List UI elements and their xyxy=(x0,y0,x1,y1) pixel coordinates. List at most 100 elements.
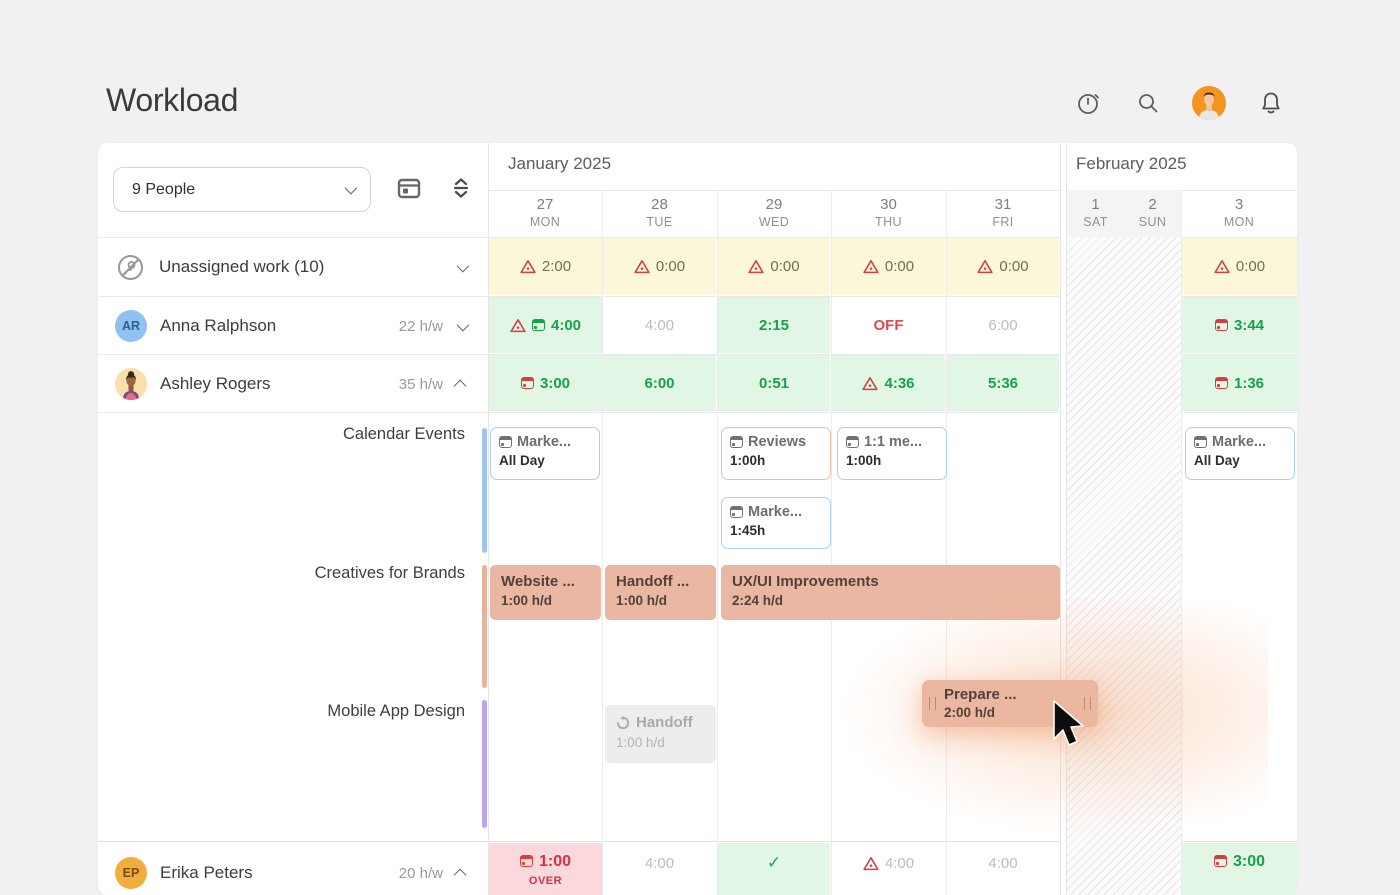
event-card-reviews-wed29[interactable]: Reviews 1:00h xyxy=(721,427,831,480)
chevron-down-icon[interactable] xyxy=(456,318,470,331)
mouse-cursor xyxy=(1053,700,1084,746)
cell-value: 4:00 xyxy=(550,316,582,334)
day-name: MON xyxy=(529,215,561,230)
day-number: 28 xyxy=(651,196,668,214)
event-title: Marke... xyxy=(1212,434,1266,450)
calendar-view-icon-svg xyxy=(397,178,421,199)
workload-board: January 2025 February 2025 27 MON 28 TUE… xyxy=(98,143,1297,895)
task-rate: 1:00 h/d xyxy=(501,593,553,608)
event-title: Marke... xyxy=(748,504,802,520)
cell-anna-tue28[interactable]: 4:00 xyxy=(603,297,716,353)
day-header-mon27: 27 MON xyxy=(488,190,602,237)
task-bar-website[interactable]: Website ... 1:00 h/d xyxy=(490,565,601,620)
day-header-sun2: 2 SUN xyxy=(1124,190,1181,237)
cell-anna-mon27[interactable]: 4:00 xyxy=(489,297,602,353)
cell-erika-wed29[interactable]: ✓ xyxy=(718,843,830,895)
cell-value: 0:51 xyxy=(758,374,790,392)
cell-value: 1:36 xyxy=(1233,374,1265,392)
chevron-up-icon[interactable] xyxy=(453,379,467,392)
calendar-icon xyxy=(730,436,743,448)
task-title: UX/UI Improvements xyxy=(732,573,879,590)
weekend-hatch xyxy=(1067,237,1181,895)
cell-erika-mon27[interactable]: 1:00 OVER xyxy=(489,843,602,895)
cell-erika-thu30[interactable]: 4:00 xyxy=(832,843,945,895)
sort-rows-icon[interactable] xyxy=(450,175,472,206)
cell-ashley-mon27[interactable]: 3:00 xyxy=(489,355,602,411)
task-ghost-handoff: Handoff 1:00 h/d xyxy=(605,705,716,763)
search-icon[interactable] xyxy=(1134,89,1162,117)
day-name: THU xyxy=(875,215,902,230)
cell-value: 2:00 xyxy=(541,258,572,275)
cell-anna-mon3[interactable]: 3:44 xyxy=(1182,297,1297,353)
row-person-anna[interactable]: AR Anna Ralphson 22 h/w xyxy=(98,297,488,355)
people-selector[interactable]: 9 People xyxy=(113,167,371,212)
day-number: 3 xyxy=(1234,196,1244,214)
user-avatar[interactable] xyxy=(1192,86,1227,120)
event-card-marketing-mon3[interactable]: Marke... All Day xyxy=(1185,427,1295,480)
event-card-marketing-mon27[interactable]: Marke... All Day xyxy=(490,427,600,480)
person-name: Erika Peters xyxy=(160,863,253,882)
cell-anna-wed29[interactable]: 2:15 xyxy=(718,297,830,353)
warning-icon xyxy=(1214,260,1230,274)
section-color-bar-salmon xyxy=(482,565,487,688)
cell-ashley-tue28[interactable]: 6:00 xyxy=(603,355,716,411)
event-card-11meeting-thu30[interactable]: 1:1 me... 1:00h xyxy=(837,427,947,480)
chevron-up-icon[interactable] xyxy=(453,868,467,881)
drag-handle-left[interactable] xyxy=(929,697,936,710)
row-person-ashley[interactable]: Ashley Rogers 35 h/w xyxy=(98,355,488,413)
cell-value: 0:00 xyxy=(655,258,686,275)
cell-unassigned-thu30[interactable]: 0:00 xyxy=(832,238,945,295)
cell-unassigned-tue28[interactable]: 0:00 xyxy=(603,238,716,295)
chevron-down-icon[interactable] xyxy=(456,259,470,272)
cell-unassigned-wed29[interactable]: 0:00 xyxy=(718,238,830,295)
section-label-creatives: Creatives for Brands xyxy=(314,564,465,582)
event-time: All Day xyxy=(499,453,545,468)
unassigned-label: Unassigned work (10) xyxy=(159,257,325,276)
calendar-icon xyxy=(730,506,743,518)
day-name: TUE xyxy=(646,215,673,230)
day-number: 27 xyxy=(536,196,554,214)
cell-ashley-thu30[interactable]: 4:36 xyxy=(832,355,945,411)
person-name: Ashley Rogers xyxy=(160,374,271,393)
section-color-bar-blue xyxy=(482,428,487,553)
warning-icon xyxy=(862,376,879,390)
cell-value: 3:00 xyxy=(1232,853,1266,870)
bell-icon-svg xyxy=(1262,92,1280,114)
person-hours: 35 h/w xyxy=(398,375,443,393)
row-unassigned-work[interactable]: Unassigned work (10) xyxy=(98,238,488,296)
cell-value: OFF xyxy=(873,316,904,334)
cell-ashley-fri31[interactable]: 5:36 xyxy=(947,355,1059,411)
notifications-bell-icon[interactable] xyxy=(1257,89,1285,117)
section-color-bar-purple xyxy=(482,700,487,828)
cell-erika-tue28[interactable]: 4:00 xyxy=(603,843,716,895)
cell-unassigned-mon27[interactable]: 2:00 xyxy=(489,238,602,295)
day-number: 31 xyxy=(994,196,1012,214)
timer-icon[interactable] xyxy=(1075,89,1103,117)
checkmark: ✓ xyxy=(766,853,782,872)
task-bar-uxui-improvements[interactable]: UX/UI Improvements 2:24 h/d xyxy=(721,565,1060,620)
calendar-icon xyxy=(499,436,512,448)
cell-ashley-mon3[interactable]: 1:36 xyxy=(1182,355,1297,411)
cell-unassigned-fri31[interactable]: 0:00 xyxy=(947,238,1059,295)
calendar-view-icon[interactable] xyxy=(395,174,423,207)
cell-value: 3:44 xyxy=(1233,316,1265,334)
cell-anna-thu30[interactable]: OFF xyxy=(832,297,945,353)
event-time: All Day xyxy=(1194,453,1240,468)
day-header-wed29: 29 WED xyxy=(717,190,831,237)
row-person-erika[interactable]: EP Erika Peters 20 h/w xyxy=(98,844,488,895)
cell-ashley-wed29[interactable]: 0:51 xyxy=(718,355,830,411)
cell-anna-fri31[interactable]: 6:00 xyxy=(947,297,1059,353)
warning-icon xyxy=(510,318,526,332)
calendar-icon xyxy=(1213,855,1227,867)
person-name: Anna Ralphson xyxy=(160,316,277,335)
cell-erika-fri31[interactable]: 4:00 xyxy=(947,843,1059,895)
cell-unassigned-mon3[interactable]: 0:00 xyxy=(1182,238,1297,295)
event-time: 1:00h xyxy=(730,453,766,468)
warning-icon xyxy=(863,260,879,274)
section-label-calendar-events: Calendar Events xyxy=(343,425,465,443)
event-card-marketing-wed29[interactable]: Marke... 1:45h xyxy=(721,497,831,549)
task-bar-handoff[interactable]: Handoff ... 1:00 h/d xyxy=(605,565,716,620)
calendar-icon xyxy=(846,436,859,448)
cell-erika-mon3[interactable]: 3:00 xyxy=(1182,843,1297,895)
avatar-initials: AR xyxy=(115,310,147,342)
